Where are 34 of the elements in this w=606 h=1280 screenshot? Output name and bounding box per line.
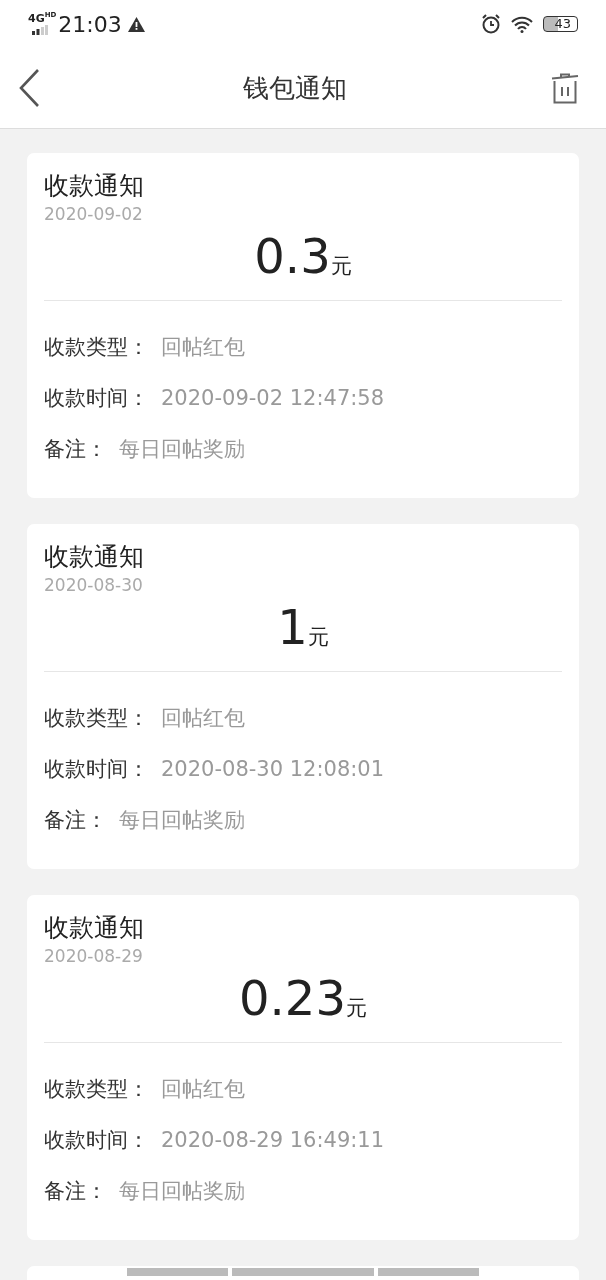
field-value: 2020-09-02 12:47:58 — [161, 385, 385, 410]
field-value: 每日回帖奖励 — [119, 1177, 245, 1205]
page-title: 钱包通知 — [243, 71, 347, 105]
card-date: 2020-08-29 — [44, 945, 144, 967]
field-label: 备注： — [44, 1177, 107, 1205]
field-label: 收款时间： — [44, 755, 149, 783]
card-title: 收款通知 — [44, 912, 145, 944]
field-value: 2020-08-30 12:08:01 — [161, 756, 385, 781]
field-value: 每日回帖奖励 — [119, 435, 245, 463]
battery-indicator: 43 — [543, 16, 578, 32]
status-time: 21:03 — [58, 11, 122, 37]
field-value: 回帖红包 — [161, 333, 245, 361]
field-value: 每日回帖奖励 — [119, 806, 245, 834]
network-indicator: 4G$^{HD}$ — [28, 11, 57, 25]
field-value: 回帖红包 — [161, 704, 245, 732]
card-title: 收款通知 — [44, 170, 145, 202]
amount-unit: 元 — [307, 625, 329, 649]
field-label: 收款类型： — [44, 333, 149, 361]
card-title: 收款通知 — [44, 541, 145, 573]
amount-value: 0.3 — [254, 228, 331, 284]
field-value: 回帖红包 — [161, 1075, 245, 1103]
amount-unit: 元 — [330, 254, 352, 278]
amount-unit: 元 — [345, 996, 367, 1020]
field-value: 2020-08-29 16:49:11 — [161, 1127, 385, 1152]
card-date: 2020-08-30 — [44, 574, 144, 596]
field-label: 收款类型： — [44, 1075, 149, 1103]
amount-value: 0.23 — [239, 970, 346, 1026]
field-label: 收款时间： — [44, 384, 149, 412]
card-date: 2020-09-02 — [44, 203, 144, 225]
field-label: 收款时间： — [44, 1126, 149, 1154]
field-label: 备注： — [44, 806, 107, 834]
amount-value: 1 — [277, 599, 308, 655]
field-label: 收款类型： — [44, 704, 149, 732]
field-label: 备注： — [44, 435, 107, 463]
